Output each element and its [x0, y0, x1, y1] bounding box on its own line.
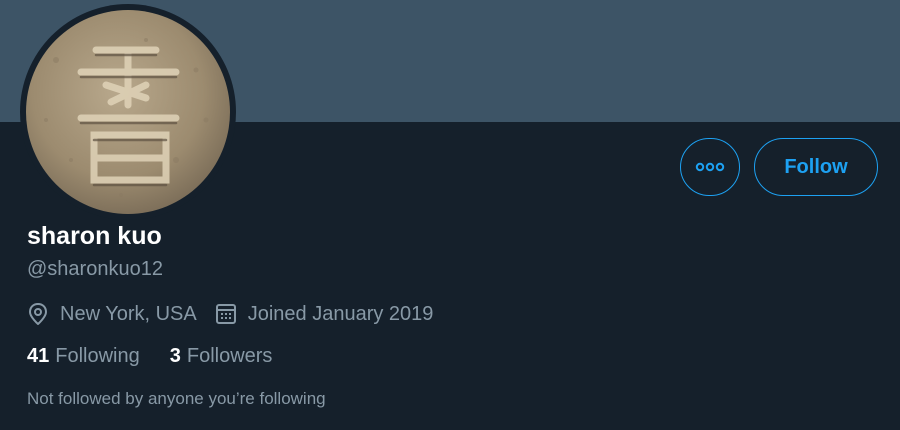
profile-handle: @sharonkuo12 — [27, 258, 163, 280]
location-pin-icon — [29, 303, 47, 325]
profile-name: sharon kuo — [27, 222, 162, 250]
joined-text: Joined January 2019 — [247, 302, 434, 325]
more-options-button[interactable] — [680, 138, 740, 196]
followers-link[interactable]: 3 Followers — [170, 345, 273, 368]
location-item: New York, USA — [27, 302, 197, 326]
follow-button[interactable]: Follow — [754, 138, 878, 196]
more-options-icon — [695, 162, 725, 172]
profile-stats: 41 Following 3 Followers — [27, 342, 272, 370]
following-label: Following — [55, 344, 140, 367]
avatar[interactable] — [20, 4, 236, 220]
followed-by-note: Not followed by anyone you’re following — [27, 389, 326, 408]
location-text: New York, USA — [60, 302, 197, 325]
profile-page: Follow sharon kuo @sharonkuo12 New York,… — [0, 0, 900, 430]
profile-meta: New York, USA Joined January 2019 — [27, 300, 433, 328]
calendar-icon — [215, 304, 236, 324]
followers-count: 3 — [169, 344, 181, 367]
joined-item: Joined January 2019 — [215, 302, 434, 326]
following-count: 41 — [27, 344, 50, 367]
avatar-image — [26, 10, 230, 214]
following-link[interactable]: 41 Following — [27, 345, 140, 368]
followers-label: Followers — [186, 344, 273, 367]
